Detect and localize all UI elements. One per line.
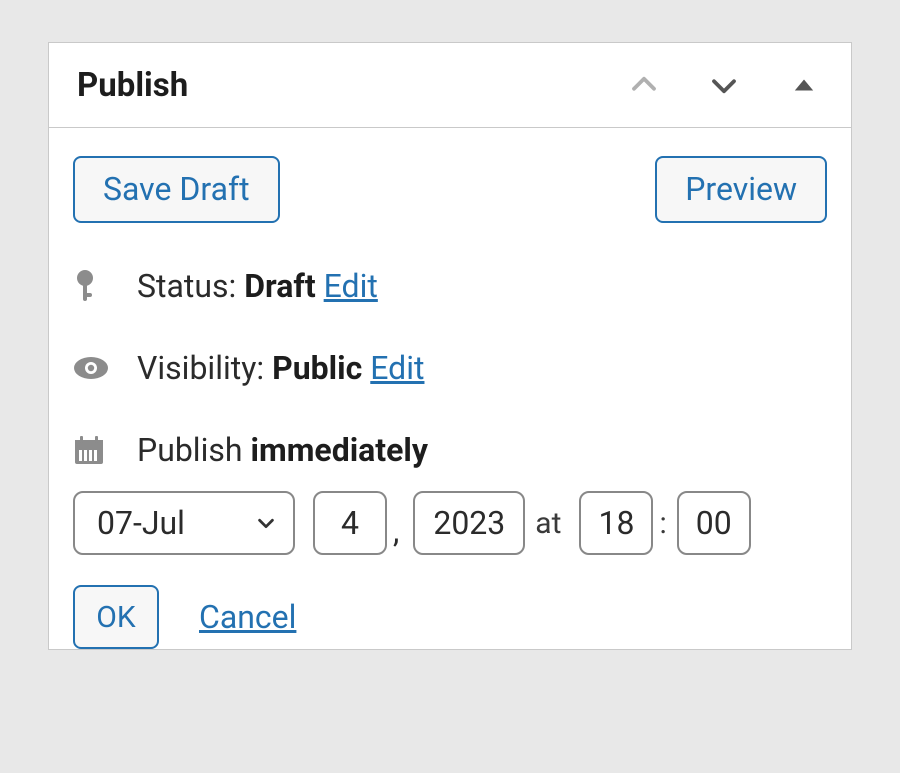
month-select-value: 07-Jul (97, 504, 255, 542)
schedule-editor: 07-Jul 4 , 2023 at 18 : 00 (73, 491, 827, 555)
visibility-label: Visibility: (137, 349, 264, 387)
day-input[interactable]: 4 (313, 491, 387, 555)
publish-time-value: immediately (251, 431, 428, 469)
actions-row: Save Draft Preview (73, 156, 827, 223)
move-up-button[interactable] (621, 62, 667, 108)
status-edit-link[interactable]: Edit (324, 267, 378, 305)
year-input[interactable]: 2023 (413, 491, 525, 555)
metabox-body: Save Draft Preview Status: Draft Edit (49, 128, 851, 649)
visibility-value: Public (272, 349, 362, 387)
triangle-up-icon (793, 74, 815, 96)
publish-metabox: Publish Save Draft Preview (48, 42, 852, 650)
status-row: Status: Draft Edit (73, 267, 827, 305)
chevron-down-icon (709, 70, 739, 100)
calendar-icon (73, 434, 115, 466)
eye-icon (73, 356, 115, 380)
visibility-row: Visibility: Public Edit (73, 349, 827, 387)
ok-button[interactable]: OK (73, 585, 159, 649)
schedule-confirm-row: OK Cancel (73, 585, 827, 649)
panel-title: Publish (77, 66, 587, 105)
status-label: Status: (137, 267, 236, 305)
move-down-button[interactable] (701, 62, 747, 108)
chevron-down-icon (255, 512, 277, 534)
status-value: Draft (244, 267, 315, 305)
separator-comma: , (393, 512, 399, 550)
minute-input[interactable]: 00 (677, 491, 751, 555)
save-draft-button[interactable]: Save Draft (73, 156, 280, 223)
cancel-link[interactable]: Cancel (199, 598, 296, 636)
collapse-panel-button[interactable] (781, 62, 827, 108)
key-icon (73, 269, 115, 303)
publish-time-label: Publish (137, 431, 243, 469)
month-select[interactable]: 07-Jul (73, 491, 295, 555)
hour-input[interactable]: 18 (579, 491, 653, 555)
chevron-up-icon (629, 70, 659, 100)
at-text: at (535, 506, 561, 541)
visibility-edit-link[interactable]: Edit (370, 349, 424, 387)
preview-button[interactable]: Preview (655, 156, 827, 223)
publish-time-row: Publish immediately (73, 431, 827, 469)
metabox-header: Publish (49, 43, 851, 128)
separator-colon: : (659, 506, 666, 541)
